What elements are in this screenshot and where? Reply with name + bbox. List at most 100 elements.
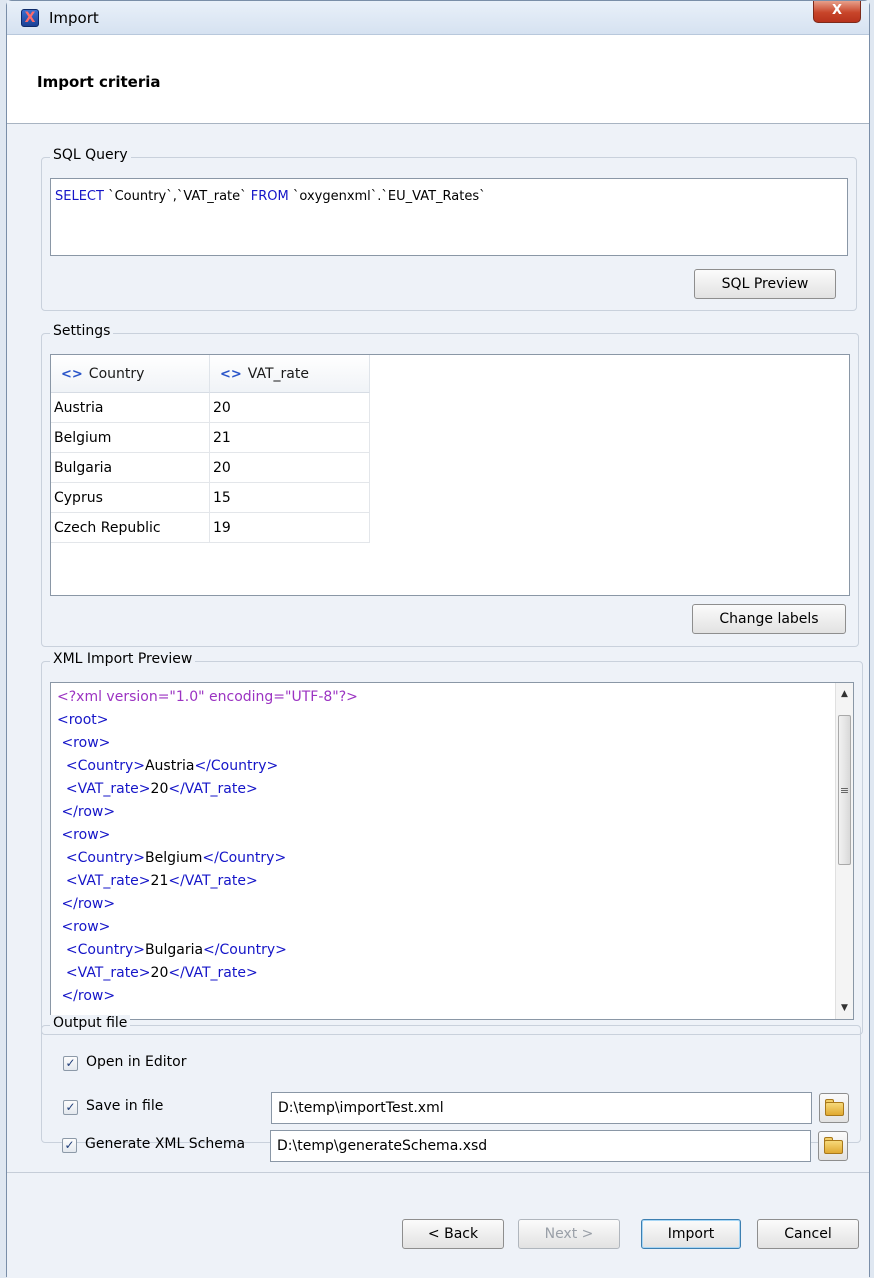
element-icon: <> [61,367,83,382]
xml-line: <row> [57,919,110,935]
cancel-button[interactable]: Cancel [757,1219,859,1249]
import-button[interactable]: Import [641,1219,741,1249]
xml-text: 20 [150,965,169,981]
settings-legend: Settings [50,323,114,339]
column-header-label: Country [88,366,145,382]
next-button[interactable]: Next > [518,1219,620,1249]
sql-table: `oxygenxml`.`EU_VAT_Rates` [288,189,486,204]
xml-tag: </row> [61,804,116,820]
generate-schema-label[interactable]: Generate XML Schema [85,1136,245,1152]
xml-tag: </Country> [194,758,279,774]
xml-line: </row> [57,988,115,1004]
title-bar[interactable]: X Import X [7,1,869,35]
table-row[interactable]: Austria 20 [51,393,370,423]
xml-preview-group: XML Import Preview <?xml version="1.0" e… [41,651,863,1035]
xml-indent [57,873,66,889]
xml-tag: </row> [61,988,116,1004]
output-file-legend: Output file [50,1015,131,1031]
wizard-header: Import criteria [7,35,869,124]
xml-line: <Country>Austria</Country> [57,758,278,774]
scroll-up-arrow-icon[interactable]: ▲ [836,685,853,703]
open-in-editor-label[interactable]: Open in Editor [86,1054,187,1070]
cancel-button-label: Cancel [784,1226,832,1242]
close-button[interactable]: X [813,1,861,23]
table-cell-country: Belgium [51,423,210,453]
xml-text: Belgium [144,850,203,866]
sql-query-legend: SQL Query [50,147,131,163]
change-labels-button[interactable]: Change labels [692,604,846,634]
table-cell-vat-rate: 20 [210,453,370,483]
sql-preview-button-label: SQL Preview [721,276,809,292]
xml-line: <row> [57,735,110,751]
xml-preview-editor[interactable]: <?xml version="1.0" encoding="UTF-8"?> <… [50,682,854,1020]
xml-tag: </VAT_rate> [168,965,258,981]
browse-schema-file-button[interactable] [818,1131,848,1161]
xml-preview-legend: XML Import Preview [50,651,196,667]
scrollbar-thumb[interactable]: ≡ [838,715,851,865]
sql-keyword-from: FROM [250,189,289,204]
xml-line: <VAT_rate>21</VAT_rate> [57,873,258,889]
import-button-label: Import [667,1226,715,1242]
xml-tag: <Country> [65,850,145,866]
column-header-label: VAT_rate [247,366,309,382]
folder-icon [825,1102,844,1116]
table-row[interactable]: Belgium 21 [51,423,370,453]
xml-tag: <root> [57,712,109,728]
xml-indent [57,942,66,958]
xml-indent [57,965,66,981]
element-icon: <> [220,367,242,382]
xml-declaration: <?xml version="1.0" encoding="UTF-8"?> [57,689,358,705]
sql-columns: `Country`,`VAT_rate` [103,189,251,204]
xml-text: 21 [150,873,169,889]
table-cell-country: Czech Republic [51,513,210,543]
column-header-vat-rate[interactable]: <> VAT_rate [210,355,370,393]
xml-line: <VAT_rate>20</VAT_rate> [57,781,258,797]
vertical-scrollbar[interactable]: ▲ ≡ ▼ [835,683,853,1019]
save-in-file-label[interactable]: Save in file [86,1098,163,1114]
xml-tag: <VAT_rate> [65,781,151,797]
sql-query-group: SQL Query SELECT `Country`,`VAT_rate` FR… [41,147,857,311]
open-in-editor-checkbox[interactable]: ✓ [63,1056,78,1071]
sql-preview-button[interactable]: SQL Preview [694,269,836,299]
table-row[interactable]: Czech Republic 19 [51,513,370,543]
xml-tag: <row> [61,827,111,843]
sql-query-editor[interactable]: SELECT `Country`,`VAT_rate` FROM `oxygen… [50,178,848,256]
change-labels-button-label: Change labels [719,611,819,627]
table-row[interactable]: Cyprus 15 [51,483,370,513]
xml-line: <?xml version="1.0" encoding="UTF-8"?> [57,689,358,705]
xml-line: <row> [57,827,110,843]
sql-keyword-select: SELECT [55,189,104,204]
xml-tag: <row> [61,735,111,751]
xml-tag: <VAT_rate> [65,965,151,981]
import-dialog: X Import X Import criteria SQL Query SEL… [6,0,870,1278]
scroll-down-arrow-icon[interactable]: ▼ [836,999,853,1017]
generate-schema-checkbox[interactable]: ✓ [62,1138,77,1153]
xml-tag: </VAT_rate> [168,781,258,797]
xml-indent [57,781,66,797]
column-header-country[interactable]: <> Country [51,355,210,393]
footer-separator [7,1172,869,1173]
save-in-file-checkbox[interactable]: ✓ [63,1100,78,1115]
table-cell-vat-rate: 21 [210,423,370,453]
xml-tag: <VAT_rate> [65,873,151,889]
columns-table[interactable]: <> Country <> VAT_rate Austria 20 Belgium … [50,354,850,596]
save-file-path-input[interactable]: D:\temp\importTest.xml [271,1092,812,1124]
next-button-label: Next > [544,1226,594,1242]
table-cell-country: Bulgaria [51,453,210,483]
schema-file-path-input[interactable]: D:\temp\generateSchema.xsd [270,1130,811,1162]
xml-indent [57,758,66,774]
xml-tag: </row> [61,896,116,912]
xml-tag: </Country> [202,850,287,866]
table-cell-country: Cyprus [51,483,210,513]
browse-save-file-button[interactable] [819,1093,849,1123]
xml-line: <VAT_rate>20</VAT_rate> [57,965,258,981]
output-file-group: Output file ✓ Open in Editor ✓ Save in f… [41,1015,861,1143]
table-cell-vat-rate: 15 [210,483,370,513]
table-row[interactable]: Bulgaria 20 [51,453,370,483]
table-header: <> Country <> VAT_rate [51,355,370,393]
xml-text: Austria [144,758,195,774]
xml-tag: <Country> [65,942,145,958]
xml-line: <Country>Bulgaria</Country> [57,942,287,958]
table-cell-vat-rate: 19 [210,513,370,543]
back-button[interactable]: < Back [402,1219,504,1249]
